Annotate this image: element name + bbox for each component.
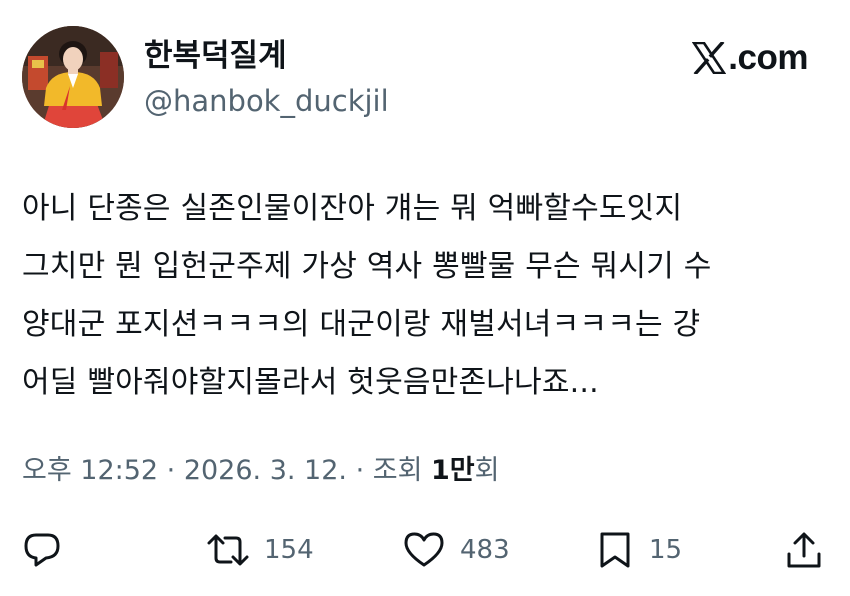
like-button[interactable]: 483 [402,526,510,574]
tweet-text: 아니 단종은 실존인물이잔아 걔는 뭐 억빠할수도잇지 그치만 뭔 입헌군주제 … [22,180,832,412]
tweet-line: 어딜 빨아줘야할지몰라서 헛웃음만존나나죠... [22,365,599,400]
tweet-meta: 오후 12:52 · 2026. 3. 12. · 조회 1만회 [22,451,500,491]
meta-separator: · [158,455,184,486]
share-icon [787,532,821,568]
avatar[interactable] [22,26,124,128]
user-handle[interactable]: @hanbok_duckjil [144,82,389,120]
action-bar: 154 483 15 [22,526,828,574]
meta-separator: · [347,455,373,486]
views-suffix: 회 [474,455,500,486]
brand-logo: .com [692,38,808,78]
bookmark-button[interactable]: 15 [595,526,682,574]
bookmark-count: 15 [649,535,683,565]
like-count: 483 [460,535,510,565]
tweet-line: 그치만 뭔 입헌군주제 가상 역사 뽕빨물 무슨 뭐시기 수 [22,249,712,284]
tweet-line: 아니 단종은 실존인물이잔아 걔는 뭐 억빠할수도잇지 [22,191,683,226]
display-name[interactable]: 한복덕질계 [144,36,287,76]
retweet-button[interactable]: 154 [206,526,314,574]
heart-icon [404,532,444,567]
bookmark-icon [600,532,630,568]
x-logo-icon [692,42,727,74]
brand-suffix: .com [728,38,808,77]
retweet-count: 154 [264,535,314,565]
views-count: 1만 [431,455,475,486]
retweet-icon [207,534,249,566]
views-label: 조회 [372,455,432,486]
profile-photo-hanbok [22,26,124,128]
share-button[interactable] [784,526,824,574]
reply-button[interactable] [22,526,62,574]
tweet-time[interactable]: 오후 12:52 [22,455,158,486]
tweet-date[interactable]: 2026. 3. 12. [184,455,347,486]
tweet-line: 양대군 포지션ㅋㅋㅋ의 대군이랑 재벌서녀ㅋㅋㅋ는 걍 [22,307,701,342]
reply-icon [24,533,60,567]
